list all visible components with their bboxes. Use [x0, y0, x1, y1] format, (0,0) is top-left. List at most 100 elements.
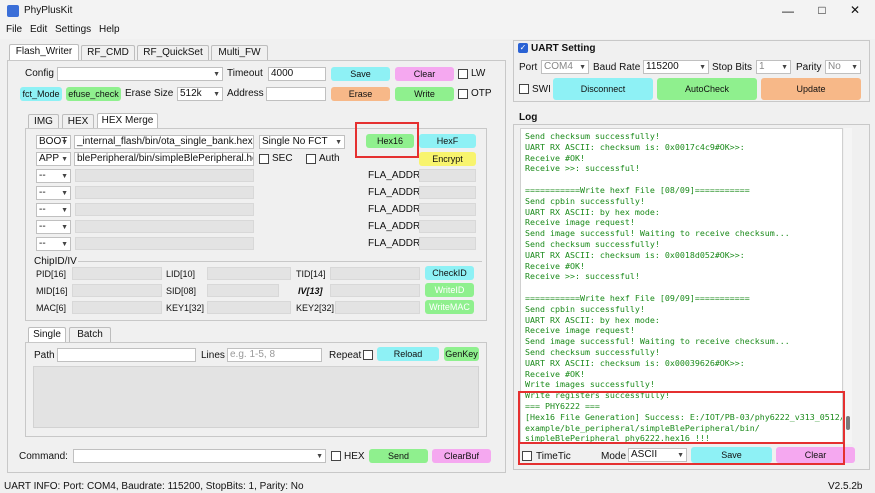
port-select[interactable]: COM4 ▼ — [541, 60, 589, 74]
sec-checkbox[interactable] — [259, 154, 269, 164]
erase-size-label: Erase Size — [125, 88, 174, 99]
save-config-button[interactable]: Save — [331, 67, 390, 81]
disconnect-button[interactable]: Disconnect — [553, 78, 653, 100]
update-button[interactable]: Update — [761, 78, 861, 100]
log-line: Send image successful! Waiting to receiv… — [525, 228, 790, 239]
hex-row2-path-input[interactable]: blePeripheral/bin/simpleBlePeripheral.he… — [74, 152, 254, 166]
mac-field — [72, 301, 162, 314]
chevron-down-icon: ▼ — [579, 64, 586, 71]
send-button[interactable]: Send — [369, 449, 428, 463]
config-select[interactable]: ▼ — [57, 67, 223, 81]
log-scrollbar-thumb[interactable] — [846, 416, 850, 430]
tab-hex-merge[interactable]: HEX Merge — [97, 113, 158, 129]
close-icon[interactable]: ✕ — [848, 3, 862, 17]
hexf-button[interactable]: HexF — [419, 134, 476, 148]
log-line: Send cpbin successfully! — [525, 303, 645, 314]
timeout-label: Timeout — [227, 68, 263, 79]
chevron-down-icon: ▼ — [61, 139, 68, 146]
write-button[interactable]: Write — [395, 87, 454, 101]
chevron-down-icon: ▼ — [213, 71, 220, 78]
baud-select[interactable]: 115200 ▼ — [643, 60, 709, 74]
fla-row1-select[interactable]: -- ▼ — [36, 169, 71, 183]
fla-row5-path — [75, 237, 254, 250]
port-label: Port — [519, 62, 538, 73]
menu-settings[interactable]: Settings — [55, 24, 91, 35]
menu-edit[interactable]: Edit — [30, 24, 47, 35]
tab-rf-quickset[interactable]: RF_QuickSet — [137, 45, 209, 60]
parity-label: Parity — [796, 62, 822, 73]
log-line: ===========Write hexf File [08/09]======… — [525, 184, 750, 195]
status-text: UART INFO: Port: COM4, Baudrate: 115200,… — [4, 481, 304, 492]
key1-label: KEY1[32] — [166, 303, 205, 313]
log-bottom-highlight-box — [518, 443, 845, 465]
fla-row2-path — [75, 186, 254, 199]
mid-label: MID[16] — [36, 286, 68, 296]
fla-row5-select[interactable]: -- ▼ — [36, 237, 71, 251]
app-icon — [7, 5, 19, 17]
fla-row3-select[interactable]: -- ▼ — [36, 203, 71, 217]
log-line: Receive #OK! — [525, 152, 585, 163]
fct-mode-button[interactable]: fct_Mode — [20, 87, 62, 101]
tab-img[interactable]: IMG — [28, 114, 59, 129]
uart-setting-title: UART Setting — [531, 43, 596, 54]
fla-row4-select[interactable]: -- ▼ — [36, 220, 71, 234]
minimize-icon[interactable]: — — [780, 4, 796, 18]
tab-hex[interactable]: HEX — [62, 114, 94, 129]
address-input[interactable] — [266, 87, 326, 101]
tab-flash-writer[interactable]: Flash_Writer — [9, 44, 79, 60]
path-input[interactable] — [57, 348, 196, 362]
chipid-divider — [78, 261, 482, 262]
lw-label: LW — [471, 68, 486, 79]
writeid-button[interactable]: WriteID — [425, 283, 474, 297]
path-label: Path — [34, 350, 55, 361]
fla-row3-label: FLA_ADDR — [368, 204, 421, 215]
tab-batch[interactable]: Batch — [69, 327, 111, 342]
hex-row1-mode-select[interactable]: Single No FCT ▼ — [259, 135, 345, 149]
tab-multi-fw[interactable]: Multi_FW — [211, 45, 268, 60]
writemac-button[interactable]: WriteMAC — [425, 300, 474, 314]
key1-field — [207, 301, 291, 314]
genkey-button[interactable]: GenKey — [444, 347, 479, 361]
otp-checkbox[interactable] — [458, 89, 468, 99]
auth-label: Auth — [319, 153, 340, 164]
erase-button[interactable]: Erase — [331, 87, 390, 101]
tab-single[interactable]: Single — [28, 327, 66, 343]
lines-placeholder: e.g. 1-5, 8 — [230, 349, 276, 360]
maximize-icon[interactable]: □ — [815, 3, 829, 17]
parity-select[interactable]: No ▼ — [825, 60, 861, 74]
encrypt-button[interactable]: Encrypt — [419, 152, 476, 166]
chipid-title: ChipID/IV — [34, 256, 77, 267]
tab-rf-cmd[interactable]: RF_CMD — [81, 45, 135, 60]
log-line: UART RX ASCII: checksum is: 0x0017c4c9#O… — [525, 141, 745, 152]
hex-row2-type-select[interactable]: APP ▼ — [36, 152, 71, 166]
lw-checkbox[interactable] — [458, 69, 468, 79]
log-title: Log — [519, 112, 538, 123]
clearbuf-button[interactable]: ClearBuf — [432, 449, 491, 463]
timeout-input[interactable]: 4000 — [268, 67, 326, 81]
clear-config-button[interactable]: Clear — [395, 67, 454, 81]
menu-file[interactable]: File — [6, 24, 22, 35]
log-scrollbar[interactable] — [844, 128, 852, 444]
hex-row1-type-select[interactable]: BOOT ▼ — [36, 135, 71, 149]
log-line: ===========Write hexf File [09/09]======… — [525, 292, 750, 303]
lid-label: LID[10] — [166, 269, 196, 279]
autocheck-button[interactable]: AutoCheck — [657, 78, 757, 100]
pid-field — [72, 267, 162, 280]
reload-button[interactable]: Reload — [377, 347, 439, 361]
fla-row2-select[interactable]: -- ▼ — [36, 186, 71, 200]
checkid-button[interactable]: CheckID — [425, 266, 474, 280]
uart-setting-checkbox[interactable]: ✓ — [518, 43, 528, 53]
hex-row1-path-input[interactable]: _internal_flash/bin/ota_single_bank.hex — [74, 135, 254, 149]
repeat-checkbox[interactable] — [363, 350, 373, 360]
erase-size-select[interactable]: 512k ▼ — [177, 87, 223, 101]
hex-checkbox[interactable] — [331, 451, 341, 461]
stop-bits-select[interactable]: 1 ▼ — [756, 60, 791, 74]
efuse-check-button[interactable]: efuse_check — [66, 87, 121, 101]
log-line: Send checksum successfully! — [525, 131, 660, 141]
sw-checkbox[interactable] — [519, 84, 529, 94]
lines-input[interactable]: e.g. 1-5, 8 — [227, 348, 322, 362]
auth-checkbox[interactable] — [306, 154, 316, 164]
fla-row5-label: FLA_ADDR — [368, 238, 421, 249]
menu-help[interactable]: Help — [99, 24, 120, 35]
command-input[interactable]: ▼ — [73, 449, 326, 463]
